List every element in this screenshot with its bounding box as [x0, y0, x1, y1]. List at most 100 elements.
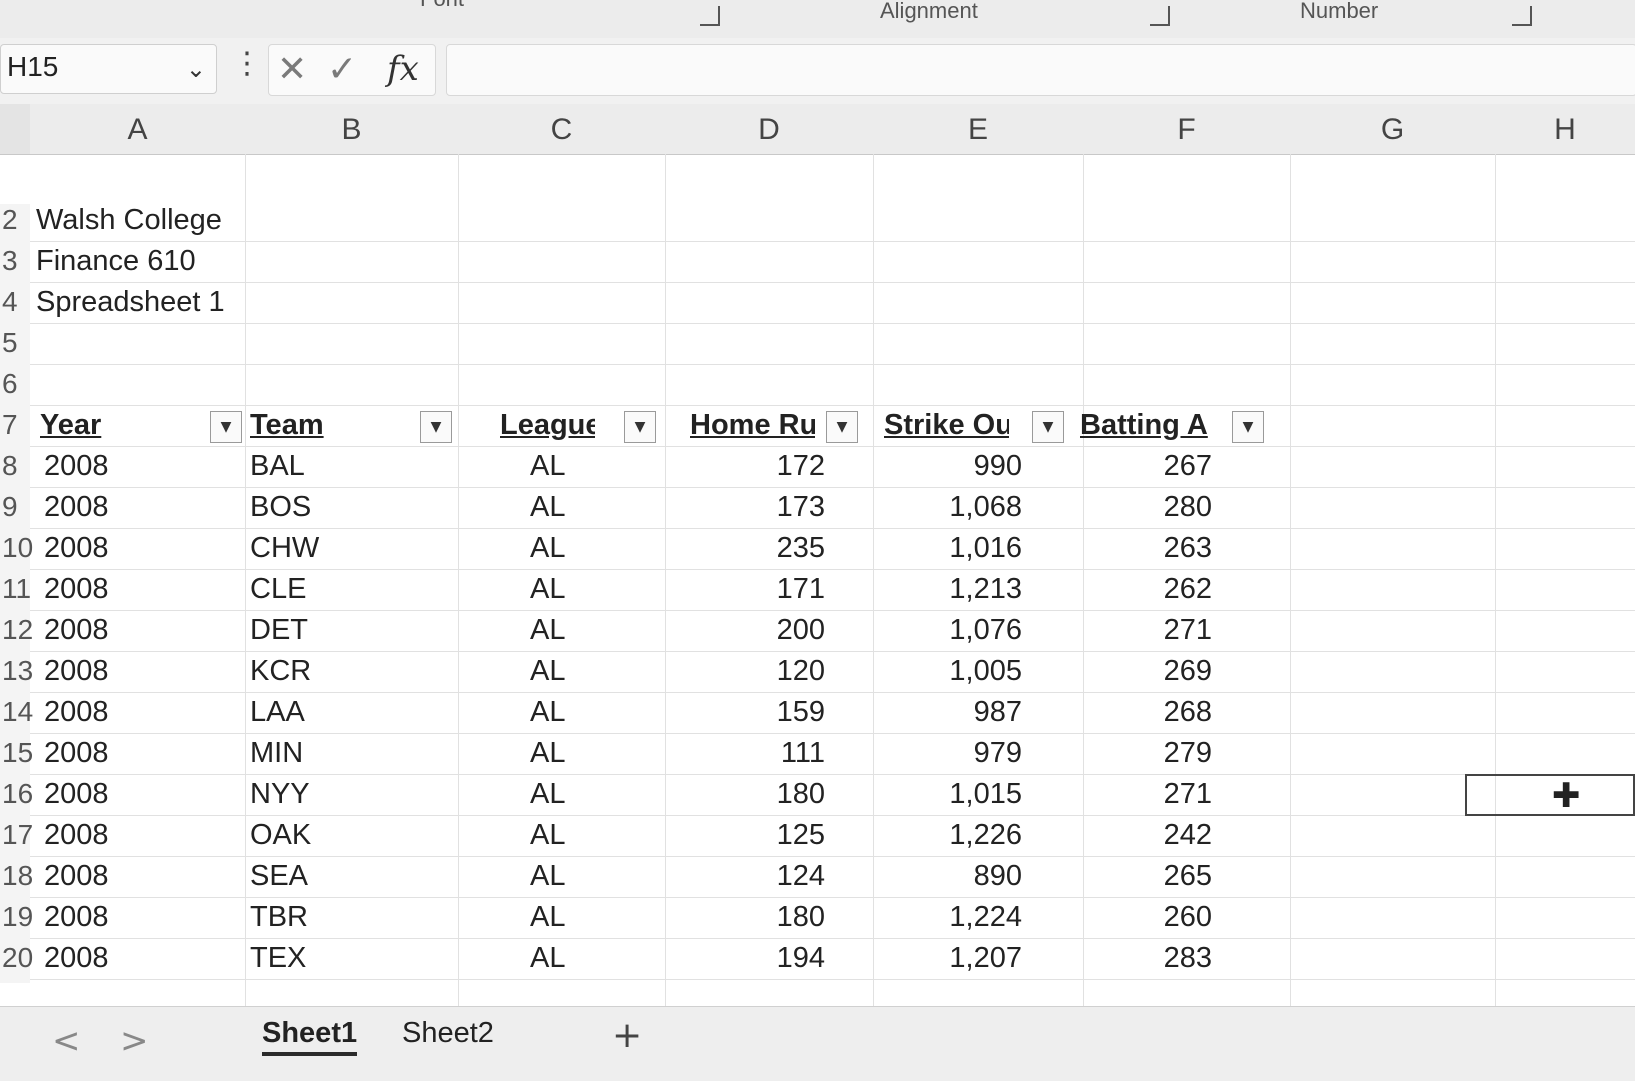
- column-header[interactable]: G: [1290, 104, 1496, 155]
- row-header[interactable]: 8: [0, 450, 30, 491]
- row-header[interactable]: 6: [0, 368, 30, 409]
- table-cell[interactable]: 2008: [44, 737, 109, 770]
- table-cell[interactable]: 262: [1092, 573, 1212, 606]
- table-cell[interactable]: 200: [705, 614, 825, 647]
- column-header[interactable]: H: [1495, 104, 1635, 155]
- table-cell[interactable]: 180: [705, 778, 825, 811]
- table-cell[interactable]: 279: [1092, 737, 1212, 770]
- table-cell[interactable]: 890: [902, 860, 1022, 893]
- row-header[interactable]: 15: [0, 737, 33, 778]
- table-cell[interactable]: BAL: [250, 450, 305, 483]
- table-cell[interactable]: AL: [530, 614, 565, 647]
- tab-sheet2[interactable]: Sheet2: [402, 1017, 494, 1050]
- table-cell[interactable]: 159: [705, 696, 825, 729]
- table-cell[interactable]: AL: [530, 901, 565, 934]
- formula-input[interactable]: [446, 44, 1635, 96]
- enter-icon[interactable]: ✓: [327, 49, 357, 90]
- table-cell[interactable]: AL: [530, 696, 565, 729]
- column-header[interactable]: C: [458, 104, 666, 155]
- row-header[interactable]: 19: [0, 901, 33, 942]
- filter-dropdown-icon[interactable]: ▼: [420, 411, 452, 443]
- table-cell[interactable]: AL: [530, 655, 565, 688]
- table-cell[interactable]: AL: [530, 778, 565, 811]
- table-cell[interactable]: CHW: [250, 532, 319, 565]
- table-cell[interactable]: 120: [705, 655, 825, 688]
- table-cell[interactable]: 235: [705, 532, 825, 565]
- header-batting-avg[interactable]: Batting A: [1080, 409, 1210, 442]
- table-cell[interactable]: 1,076: [902, 614, 1022, 647]
- table-cell[interactable]: NYY: [250, 778, 310, 811]
- row-header[interactable]: 12: [0, 614, 33, 655]
- column-header[interactable]: E: [873, 104, 1084, 155]
- row-header[interactable]: 2: [0, 204, 30, 245]
- row-header[interactable]: 17: [0, 819, 33, 860]
- table-cell[interactable]: BOS: [250, 491, 311, 524]
- prev-sheet-icon[interactable]: <: [52, 1021, 81, 1061]
- table-cell[interactable]: LAA: [250, 696, 305, 729]
- table-cell[interactable]: AL: [530, 860, 565, 893]
- table-cell[interactable]: 125: [705, 819, 825, 852]
- row-header[interactable]: 5: [0, 327, 30, 368]
- table-cell[interactable]: 1,213: [902, 573, 1022, 606]
- table-cell[interactable]: SEA: [250, 860, 308, 893]
- table-cell[interactable]: 990: [902, 450, 1022, 483]
- title-cell[interactable]: Spreadsheet 1: [36, 286, 225, 319]
- filter-dropdown-icon[interactable]: ▼: [210, 411, 242, 443]
- table-cell[interactable]: AL: [530, 942, 565, 975]
- row-header[interactable]: 3: [0, 245, 30, 286]
- active-cell[interactable]: [1465, 774, 1635, 816]
- row-header[interactable]: 18: [0, 860, 33, 901]
- column-header[interactable]: F: [1083, 104, 1291, 155]
- table-cell[interactable]: 269: [1092, 655, 1212, 688]
- tab-sheet1[interactable]: Sheet1: [262, 1017, 358, 1056]
- chevron-down-icon[interactable]: ⌄: [186, 55, 206, 83]
- header-home-runs[interactable]: Home Ru: [690, 409, 815, 442]
- table-cell[interactable]: TEX: [250, 942, 306, 975]
- alignment-dialog-launcher-icon[interactable]: launcher: [1150, 6, 1170, 26]
- header-league[interactable]: League: [500, 409, 595, 442]
- row-header[interactable]: 20: [0, 942, 33, 983]
- table-cell[interactable]: 268: [1092, 696, 1212, 729]
- table-cell[interactable]: TBR: [250, 901, 308, 934]
- table-cell[interactable]: 987: [902, 696, 1022, 729]
- table-cell[interactable]: 171: [705, 573, 825, 606]
- add-sheet-icon[interactable]: +: [612, 1015, 642, 1056]
- table-cell[interactable]: 1,207: [902, 942, 1022, 975]
- table-cell[interactable]: OAK: [250, 819, 311, 852]
- table-cell[interactable]: 2008: [44, 819, 109, 852]
- table-cell[interactable]: KCR: [250, 655, 311, 688]
- header-team[interactable]: Team: [250, 409, 410, 442]
- name-box[interactable]: H15 ⌄: [0, 44, 217, 94]
- cancel-icon[interactable]: ✕: [277, 49, 307, 90]
- table-cell[interactable]: 263: [1092, 532, 1212, 565]
- header-year[interactable]: Year: [40, 409, 205, 442]
- row-header[interactable]: 16: [0, 778, 33, 819]
- row-header[interactable]: 11: [0, 573, 31, 614]
- table-cell[interactable]: 2008: [44, 614, 109, 647]
- table-cell[interactable]: AL: [530, 450, 565, 483]
- table-cell[interactable]: 2008: [44, 532, 109, 565]
- table-cell[interactable]: 2008: [44, 655, 109, 688]
- table-cell[interactable]: CLE: [250, 573, 306, 606]
- table-cell[interactable]: MIN: [250, 737, 303, 770]
- insert-function-icon[interactable]: fx: [387, 49, 419, 89]
- font-dialog-launcher-icon[interactable]: launcher: [700, 6, 720, 26]
- table-cell[interactable]: 271: [1092, 614, 1212, 647]
- more-options-icon[interactable]: ⋮: [232, 46, 262, 81]
- table-cell[interactable]: 265: [1092, 860, 1212, 893]
- header-strike-outs[interactable]: Strike Ou: [884, 409, 1009, 442]
- table-cell[interactable]: 260: [1092, 901, 1212, 934]
- table-cell[interactable]: 280: [1092, 491, 1212, 524]
- row-header[interactable]: 4: [0, 286, 30, 327]
- table-cell[interactable]: AL: [530, 532, 565, 565]
- table-cell[interactable]: 1,068: [902, 491, 1022, 524]
- table-cell[interactable]: AL: [530, 737, 565, 770]
- filter-dropdown-icon[interactable]: ▼: [1232, 411, 1264, 443]
- table-cell[interactable]: 180: [705, 901, 825, 934]
- table-cell[interactable]: 283: [1092, 942, 1212, 975]
- column-header[interactable]: D: [665, 104, 874, 155]
- table-cell[interactable]: 271: [1092, 778, 1212, 811]
- row-header[interactable]: 7: [0, 409, 30, 450]
- table-cell[interactable]: 2008: [44, 696, 109, 729]
- table-cell[interactable]: 1,016: [902, 532, 1022, 565]
